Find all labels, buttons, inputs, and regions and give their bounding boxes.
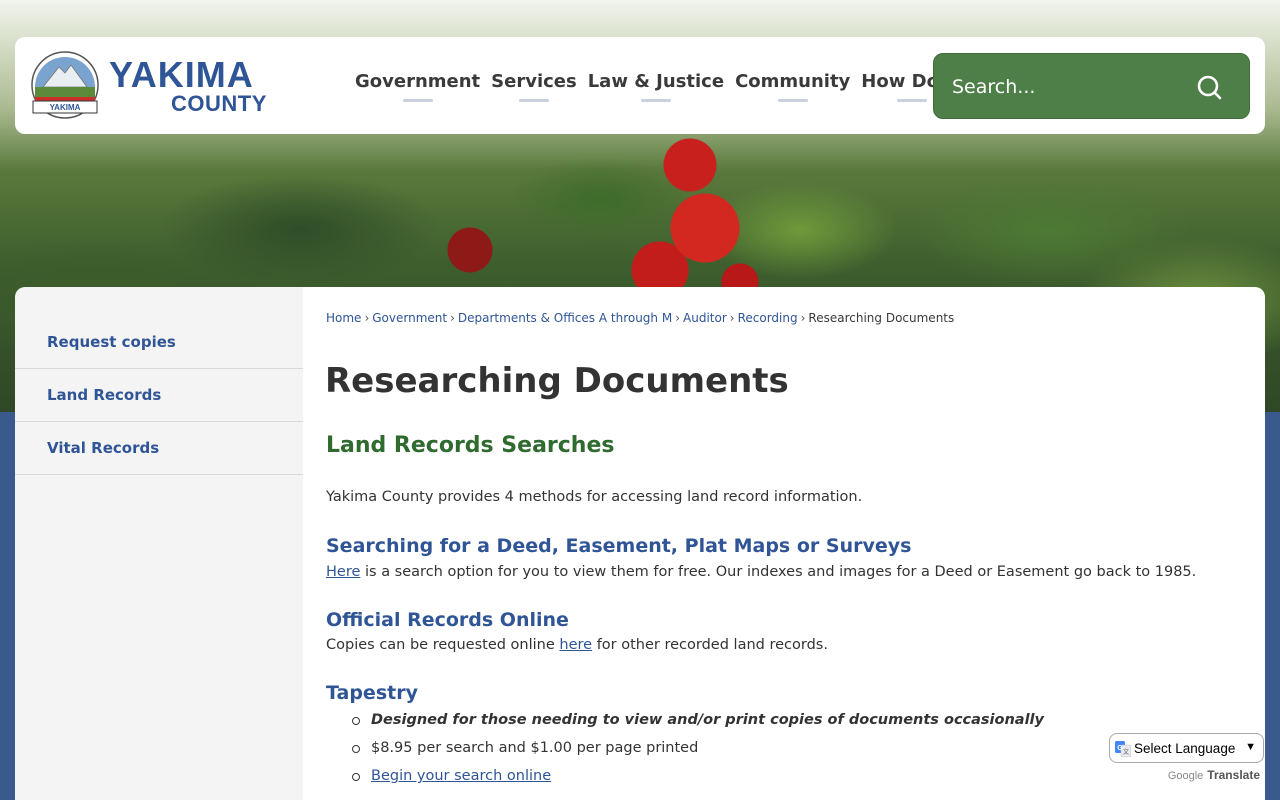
- nav-community[interactable]: Community: [735, 71, 850, 102]
- nav-label: Community: [735, 71, 851, 92]
- nav-services[interactable]: Services: [491, 71, 577, 102]
- begin-search-link[interactable]: Begin your search online: [371, 768, 551, 784]
- breadcrumb-separator: ›: [364, 311, 370, 325]
- nav-label: Law & Justice: [587, 71, 725, 92]
- sidebar-item-label: Land Records: [47, 386, 162, 404]
- official-records-heading: Official Records Online: [326, 609, 569, 631]
- deed-search-text: Here is a search option for you to view …: [326, 564, 1196, 580]
- deed-search-heading: Searching for a Deed, Easement, Plat Map…: [326, 535, 912, 557]
- language-select[interactable]: G 文 Select Language ▼: [1109, 733, 1264, 763]
- main-nav: Government Services Law & Justice Commun…: [355, 71, 973, 102]
- main-content: Home › Government › Departments & Offices A …: [303, 287, 1265, 800]
- svg-text:YAKIMA: YAKIMA: [50, 103, 81, 112]
- breadcrumb-current: Researching Documents: [808, 311, 955, 325]
- deed-search-description: is a search option for you to view them …: [360, 564, 1197, 580]
- nav-underline: [640, 99, 671, 102]
- breadcrumb-departments[interactable]: Departments & Offices A through M: [458, 311, 672, 325]
- deed-search-link[interactable]: Here: [326, 564, 360, 580]
- chevron-down-icon: ▼: [1245, 741, 1256, 753]
- list-item: $8.95 per search and $1.00 per page prin…: [349, 737, 1044, 765]
- nav-underline: [777, 99, 808, 102]
- breadcrumb-recording[interactable]: Recording: [738, 311, 798, 325]
- breadcrumb: Home › Government › Departments & Offices A …: [326, 311, 954, 325]
- nav-government[interactable]: Government: [355, 71, 480, 102]
- official-records-text: Copies can be requested online here for …: [326, 637, 828, 653]
- page-title: Researching Documents: [325, 361, 789, 401]
- official-records-text-after: for other recorded land records.: [592, 637, 828, 653]
- site-header: YAKIMA YAKIMA COUNTY Government Services…: [15, 37, 1265, 134]
- breadcrumb-separator: ›: [800, 311, 806, 325]
- powered-by-google: Google Translate: [1109, 768, 1265, 782]
- search-box: [933, 53, 1250, 119]
- nav-law-justice[interactable]: Law & Justice: [588, 71, 724, 102]
- sidebar-item-label: Vital Records: [47, 439, 160, 457]
- logo-name-line1: YAKIMA: [109, 54, 254, 95]
- section-heading: Land Records Searches: [326, 433, 615, 458]
- sidebar-item-request-copies[interactable]: Request copies: [15, 287, 303, 369]
- translate-link[interactable]: Translate: [1207, 768, 1260, 782]
- nav-underline: [896, 99, 927, 102]
- sidebar-item-label: Request copies: [47, 332, 176, 351]
- sidebar: Request copies Land Records Vital Record…: [15, 287, 303, 800]
- google-translate-widget: G 文 Select Language ▼ Google Translate: [1109, 733, 1265, 782]
- official-records-link[interactable]: here: [559, 637, 592, 653]
- nav-label: Services: [491, 71, 577, 92]
- nav-underline: [402, 99, 433, 102]
- sidebar-item-land-records[interactable]: Land Records: [15, 369, 303, 422]
- logo-name-line2: COUNTY: [171, 91, 267, 116]
- nav-label: Government: [355, 71, 481, 92]
- search-input[interactable]: [952, 70, 1172, 104]
- county-seal-icon: YAKIMA: [31, 51, 99, 119]
- breadcrumb-government[interactable]: Government: [372, 311, 447, 325]
- svg-text:文: 文: [1123, 748, 1129, 756]
- breadcrumb-separator: ›: [675, 311, 681, 325]
- list-item: Begin your search online: [349, 765, 1044, 793]
- intro-text: Yakima County provides 4 methods for acc…: [326, 489, 863, 505]
- breadcrumb-separator: ›: [729, 311, 735, 325]
- nav-underline: [518, 99, 549, 102]
- list-item: Designed for those needing to view and/o…: [349, 709, 1044, 737]
- language-select-label: Select Language: [1134, 740, 1236, 756]
- google-translate-icon: G 文: [1115, 741, 1131, 757]
- sidebar-item-vital-records[interactable]: Vital Records: [15, 422, 303, 475]
- tapestry-list: Designed for those needing to view and/o…: [349, 709, 1044, 793]
- breadcrumb-separator: ›: [450, 311, 455, 325]
- county-logo[interactable]: YAKIMA YAKIMA COUNTY: [29, 51, 339, 121]
- breadcrumb-auditor[interactable]: Auditor: [683, 311, 727, 325]
- official-records-text-before: Copies can be requested online: [326, 637, 560, 653]
- breadcrumb-home[interactable]: Home: [326, 311, 361, 325]
- tapestry-heading: Tapestry: [326, 682, 418, 704]
- google-wordmark: Google: [1167, 770, 1204, 782]
- search-icon[interactable]: [1196, 74, 1222, 100]
